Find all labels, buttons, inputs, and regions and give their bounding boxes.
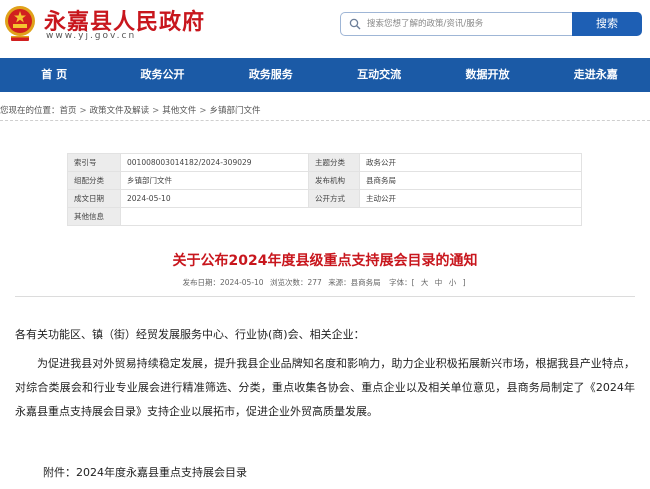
org-value: 乡镇部门文件: [120, 171, 309, 190]
document-source: 来源：县商务局: [328, 278, 381, 287]
breadcrumb-separator: >: [79, 106, 87, 116]
topic-value: 政务公开: [359, 153, 582, 172]
open-method-label: 公开方式: [308, 189, 360, 208]
search-box: [340, 12, 572, 36]
topic-label: 主题分类: [308, 153, 360, 172]
search-button[interactable]: 搜索: [572, 12, 642, 36]
breadcrumb-item-home[interactable]: 首页: [60, 106, 77, 116]
site-url: www.yj.gov.cn: [46, 31, 137, 41]
other-info-label: 其他信息: [67, 207, 121, 226]
issuer-value: 县商务局: [359, 171, 582, 190]
org-label: 组配分类: [67, 171, 121, 190]
attachment-link[interactable]: 附件：2024年度永嘉县重点支持展会目录: [43, 464, 247, 480]
table-row: 成文日期 2024-05-10 公开方式 主动公开: [67, 189, 582, 208]
other-info-value: [120, 207, 582, 226]
index-label: 索引号: [67, 153, 121, 172]
breadcrumb-separator: >: [199, 106, 207, 116]
breadcrumb-item-policy[interactable]: 政策文件及解读: [90, 106, 150, 116]
open-method-value: 主动公开: [359, 189, 582, 208]
index-value: 001008003014182/2024-309029: [120, 153, 309, 172]
breadcrumb-separator: >: [152, 106, 160, 116]
date-value: 2024-05-10: [120, 189, 309, 208]
main-nav: 首 页 政务公开 政务服务 互动交流 数据开放 走进永嘉: [0, 58, 650, 92]
site-header: 永嘉县人民政府 www.yj.gov.cn 搜索: [0, 0, 650, 57]
breadcrumb-item-town-dept-files[interactable]: 乡镇部门文件: [209, 106, 260, 116]
search-icon: [349, 18, 361, 30]
nav-item-about-yongjia[interactable]: 走进永嘉: [542, 58, 650, 92]
nav-item-gov-affairs-open[interactable]: 政务公开: [108, 58, 216, 92]
document-meta: 发布日期：2024-05-10 浏览次数：277 来源：县商务局 字体：[ 大 …: [0, 277, 650, 288]
nav-item-interaction[interactable]: 互动交流: [325, 58, 433, 92]
view-count: 浏览次数：277: [269, 278, 322, 287]
table-row: 索引号 001008003014182/2024-309029 主题分类 政务公…: [67, 153, 582, 172]
table-row: 其他信息: [67, 207, 582, 226]
nav-item-open-data[interactable]: 数据开放: [433, 58, 541, 92]
national-emblem-icon: [5, 6, 35, 41]
font-size-label: 字体：[: [389, 278, 415, 287]
breadcrumb-divider: [0, 120, 650, 121]
font-size-large-button[interactable]: 大: [421, 278, 429, 287]
document-salutation: 各有关功能区、镇（街）经贸发展服务中心、行业协(商)会、相关企业：: [15, 328, 365, 341]
title-divider: [15, 296, 635, 297]
nav-item-home[interactable]: 首 页: [0, 58, 108, 92]
font-size-close-bracket: ]: [462, 278, 466, 287]
font-size-small-button[interactable]: 小: [449, 278, 457, 287]
publish-date: 发布日期：2024-05-10: [182, 278, 264, 287]
breadcrumb: 您现在的位置：首页 > 政策文件及解读 > 其他文件 > 乡镇部门文件: [0, 104, 650, 116]
breadcrumb-prefix: 您现在的位置：: [0, 106, 60, 116]
body-paragraph: 为促进我县对外贸易持续稳定发展，提升我县企业品牌知名度和影响力，助力企业积极拓展…: [15, 357, 635, 418]
font-size-control: 字体：[ 大 中 小 ]: [387, 278, 467, 287]
document-info-table: 索引号 001008003014182/2024-309029 主题分类 政务公…: [67, 153, 582, 226]
search-input[interactable]: [367, 16, 567, 32]
document-title: 关于公布2024年度县级重点支持展会目录的通知: [172, 253, 478, 269]
date-label: 成文日期: [67, 189, 121, 208]
breadcrumb-item-other-files[interactable]: 其他文件: [162, 106, 196, 116]
issuer-label: 发布机构: [308, 171, 360, 190]
table-row: 组配分类 乡镇部门文件 发布机构 县商务局: [67, 171, 582, 190]
font-size-medium-button[interactable]: 中: [435, 278, 443, 287]
document-body: 为促进我县对外贸易持续稳定发展，提升我县企业品牌知名度和影响力，助力企业积极拓展…: [15, 352, 635, 424]
nav-item-gov-services[interactable]: 政务服务: [217, 58, 325, 92]
